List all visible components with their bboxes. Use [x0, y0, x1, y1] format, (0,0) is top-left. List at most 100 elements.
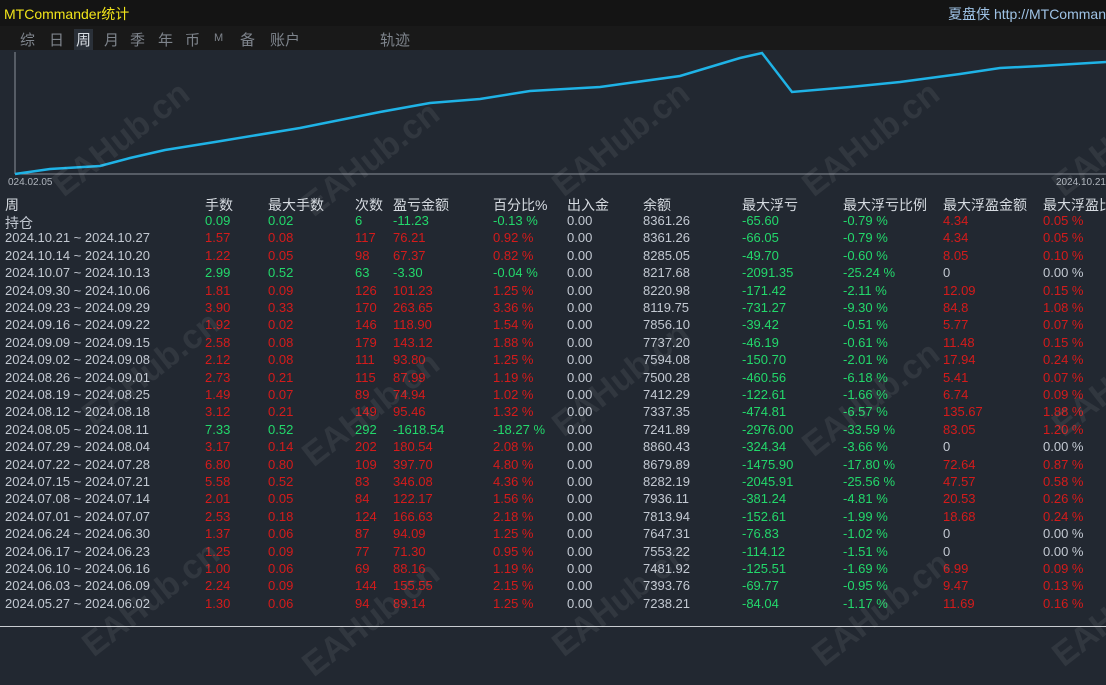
table-row[interactable]: 2024.08.12 ~ 2024.08.18 3.12 0.21 149 95.46 1…	[0, 404, 1106, 422]
table-row[interactable]: 2024.06.17 ~ 2024.06.23 1.25 0.09 77 71.30 0.…	[0, 544, 1106, 562]
cell-count: 109	[355, 456, 377, 472]
column-header-percent[interactable]: 百分比%	[493, 195, 547, 215]
tab-2[interactable]: 周	[74, 29, 94, 50]
table-row[interactable]: 2024.09.16 ~ 2024.09.22 1.92 0.02 146 118.90…	[0, 317, 1106, 335]
table-row[interactable]: 2024.08.26 ~ 2024.09.01 2.73 0.21 115 87.99 1…	[0, 370, 1106, 388]
cell-percent: 1.25 %	[493, 282, 534, 298]
cell-max-drawdown-pct: -0.79 %	[843, 213, 888, 228]
cell-max-drawdown-pct: -0.61 %	[843, 334, 888, 350]
cell-count: 6	[355, 213, 363, 228]
cell-balance: 8119.75	[643, 300, 690, 315]
table-row[interactable]: 2024.09.09 ~ 2024.09.15 2.58 0.08 179 143.12…	[0, 335, 1106, 353]
table-row[interactable]: 2024.10.21 ~ 2024.10.27 1.57 0.08 117 76.21 0…	[0, 230, 1106, 248]
cell-max-lots: 0.52	[268, 421, 294, 437]
tab-5[interactable]: 年	[156, 29, 175, 50]
cell-max-float-profit: 4.34	[943, 230, 969, 246]
cell-max-lots: 0.14	[268, 439, 294, 455]
column-header-max-float-profit-pct[interactable]: 最大浮盈比	[1043, 195, 1106, 215]
table-row[interactable]: 2024.06.03 ~ 2024.06.09 2.24 0.09 144 155.55…	[0, 578, 1106, 596]
cell-percent: 2.08 %	[493, 439, 534, 455]
cell-max-drawdown-pct: -25.56 %	[843, 474, 896, 489]
tab-0[interactable]: 综	[18, 29, 37, 50]
cell-period: 2024.07.29 ~ 2024.08.04	[5, 439, 150, 455]
tab-10[interactable]: 轨迹	[378, 29, 412, 50]
column-header-count[interactable]: 次数	[355, 195, 383, 215]
cell-max-float-profit: 6.99	[943, 561, 969, 576]
tab-7[interactable]: M	[212, 32, 225, 44]
table-row[interactable]: 2024.07.15 ~ 2024.07.21 5.58 0.52 83 346.08 4…	[0, 474, 1106, 492]
cell-max-float-profit-pct: 1.20 %	[1043, 421, 1084, 437]
cell-profit: 94.09	[393, 526, 426, 542]
cell-max-drawdown: -125.51	[742, 561, 787, 576]
cell-count: 179	[355, 334, 377, 350]
table-row[interactable]: 2024.09.02 ~ 2024.09.08 2.12 0.08 111 93.80 1…	[0, 352, 1106, 370]
brand-link[interactable]: 夏盘侠 http://MTComman	[948, 4, 1106, 24]
cell-max-drawdown: -76.83	[742, 526, 779, 542]
table-row[interactable]: 2024.10.14 ~ 2024.10.20 1.22 0.05 98 67.37 0.…	[0, 248, 1106, 266]
cell-count: 202	[355, 439, 377, 455]
tab-4[interactable]: 季	[128, 29, 147, 50]
table-row[interactable]: 2024.07.22 ~ 2024.07.28 6.80 0.80 109 397.70…	[0, 457, 1106, 475]
cell-max-drawdown: -152.61	[742, 508, 787, 524]
cell-period: 2024.07.01 ~ 2024.07.07	[5, 508, 150, 524]
cell-max-lots: 0.33	[268, 300, 294, 315]
cell-max-float-profit: 5.77	[943, 317, 969, 333]
cell-balance: 7241.89	[643, 421, 690, 437]
column-header-lots[interactable]: 手数	[205, 195, 233, 215]
tab-6[interactable]: 币	[183, 29, 202, 50]
cell-profit: 89.14	[393, 595, 426, 611]
tab-8[interactable]: 备	[238, 29, 257, 50]
cell-max-lots: 0.06	[268, 561, 294, 576]
cell-count: 83	[355, 474, 370, 489]
table-row[interactable]: 2024.06.24 ~ 2024.06.30 1.37 0.06 87 94.09 1.…	[0, 526, 1106, 544]
cell-profit: 93.80	[393, 352, 426, 368]
cell-period: 2024.05.27 ~ 2024.06.02	[5, 595, 150, 611]
cell-period: 2024.06.03 ~ 2024.06.09	[5, 578, 150, 594]
column-header-max-drawdown-pct[interactable]: 最大浮亏比例	[843, 195, 927, 215]
horizontal-scrollbar[interactable]	[0, 626, 1106, 627]
cell-max-float-profit-pct: 0.00 %	[1043, 265, 1084, 281]
cell-lots: 1.81	[205, 282, 231, 298]
cell-period: 2024.09.30 ~ 2024.10.06	[5, 282, 150, 298]
column-header-max-float-profit[interactable]: 最大浮盈金额	[943, 195, 1027, 215]
table-row[interactable]: 2024.05.27 ~ 2024.06.02 1.30 0.06 94 89.14 1.…	[0, 596, 1106, 614]
table-row[interactable]: 2024.07.29 ~ 2024.08.04 3.17 0.14 202 180.54…	[0, 439, 1106, 457]
cell-profit: 155.55	[393, 578, 433, 594]
table-row[interactable]: 2024.09.23 ~ 2024.09.29 3.90 0.33 170 263.65…	[0, 300, 1106, 318]
cell-profit: 74.94	[393, 387, 426, 402]
column-header-period[interactable]: 周	[5, 195, 19, 215]
table-row[interactable]: 2024.09.30 ~ 2024.10.06 1.81 0.09 126 101.23…	[0, 283, 1106, 301]
table-row[interactable]: 2024.08.19 ~ 2024.08.25 1.49 0.07 89 74.94 1.…	[0, 387, 1106, 405]
cell-max-drawdown-pct: -0.51 %	[843, 317, 888, 333]
cell-lots: 3.17	[205, 439, 231, 455]
tab-9[interactable]: 账户	[268, 29, 302, 50]
column-header-max-drawdown[interactable]: 最大浮亏	[742, 195, 798, 215]
cell-balance: 7813.94	[643, 508, 690, 524]
cell-max-drawdown-pct: -25.24 %	[843, 265, 896, 281]
cell-max-float-profit: 47.57	[943, 474, 976, 489]
table-row[interactable]: 2024.07.01 ~ 2024.07.07 2.53 0.18 124 166.63…	[0, 509, 1106, 527]
column-header-max-lots[interactable]: 最大手数	[268, 195, 324, 215]
cell-balance: 7500.28	[643, 369, 690, 385]
cell-max-drawdown: -2091.35	[742, 265, 794, 281]
cell-max-lots: 0.52	[268, 265, 294, 281]
cell-max-drawdown-pct: -17.80 %	[843, 456, 896, 472]
cell-period: 2024.06.17 ~ 2024.06.23	[5, 543, 150, 559]
tab-1[interactable]: 日	[47, 29, 66, 50]
cell-max-float-profit-pct: 0.05 %	[1043, 230, 1084, 246]
table-row[interactable]: 2024.08.05 ~ 2024.08.11 7.33 0.52 292 -1618.…	[0, 422, 1106, 440]
table-row[interactable]: 2024.07.08 ~ 2024.07.14 2.01 0.05 84 122.17 1…	[0, 491, 1106, 509]
cell-deposit: 0.00	[567, 369, 593, 385]
tab-3[interactable]: 月	[102, 29, 121, 50]
cell-percent: 1.25 %	[493, 526, 534, 542]
cell-max-float-profit-pct: 0.05 %	[1043, 213, 1084, 228]
cell-profit: 87.99	[393, 369, 426, 385]
table-row[interactable]: 持仓 0.09 0.02 6 -11.23 -0.13 % 0.00 8361.26 -65.6…	[0, 213, 1106, 231]
column-header-deposit[interactable]: 出入金	[567, 195, 609, 215]
column-header-profit[interactable]: 盈亏金额	[393, 195, 449, 215]
table-row[interactable]: 2024.06.10 ~ 2024.06.16 1.00 0.06 69 88.16 1.…	[0, 561, 1106, 579]
table-row[interactable]: 2024.10.07 ~ 2024.10.13 2.99 0.52 63 -3.30 -0…	[0, 265, 1106, 283]
cell-max-drawdown-pct: -33.59 %	[843, 421, 896, 437]
column-header-balance[interactable]: 余额	[643, 195, 671, 215]
cell-max-float-profit-pct: 0.87 %	[1043, 456, 1084, 472]
